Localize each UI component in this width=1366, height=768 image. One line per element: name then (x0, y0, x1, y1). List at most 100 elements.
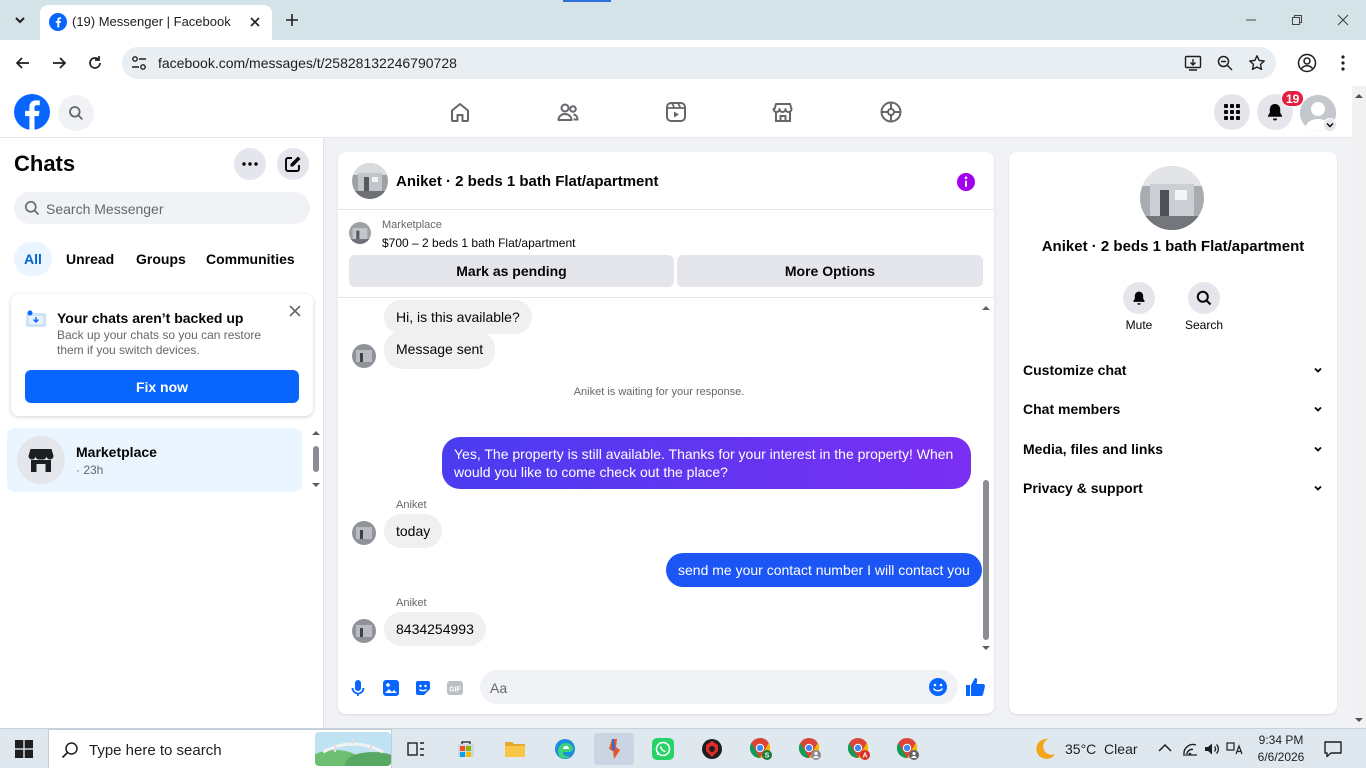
filter-tab-unread[interactable]: Unread (56, 242, 124, 276)
menu-button[interactable] (1214, 94, 1250, 130)
mark-as-pending-button[interactable]: Mark as pending (349, 255, 674, 287)
zoom-icon[interactable] (1216, 54, 1234, 72)
minimize-button[interactable] (1239, 8, 1263, 32)
nav-video[interactable] (648, 86, 704, 138)
taskbar-chrome-profile-a[interactable]: A (839, 733, 879, 765)
restore-button[interactable] (1285, 8, 1309, 32)
nav-home[interactable] (432, 86, 488, 138)
sidebar-scrollbar[interactable] (310, 428, 322, 494)
message-outgoing[interactable]: send me your contact number I will conta… (666, 553, 982, 587)
filter-tab-all[interactable]: All (14, 242, 52, 276)
taskbar-active-app[interactable] (594, 733, 634, 765)
section-privacy-support[interactable]: Privacy & support (1023, 475, 1323, 501)
taskbar-chrome-profile-s[interactable]: S (741, 733, 781, 765)
moon-weather-icon[interactable] (1033, 737, 1057, 761)
emoji-icon[interactable] (928, 677, 948, 697)
chat-title[interactable]: Aniket · 2 beds 1 bath Flat/apartment (396, 173, 659, 190)
reload-button[interactable] (83, 51, 107, 75)
facebook-search-button[interactable] (58, 95, 94, 131)
details-avatar[interactable] (1140, 166, 1204, 230)
message-outgoing[interactable]: Yes, The property is still available. Th… (442, 437, 971, 489)
site-settings-icon[interactable] (130, 54, 148, 72)
volume-icon[interactable] (1203, 740, 1221, 758)
taskbar-chrome-profile-2[interactable] (790, 733, 830, 765)
chat-header-avatar[interactable] (352, 163, 388, 199)
facebook-logo-icon[interactable] (14, 94, 50, 130)
profile-menu-button[interactable] (1296, 52, 1318, 74)
message-incoming[interactable]: Hi, is this available? (384, 300, 532, 334)
weather-text[interactable]: 35°C Clear (1065, 741, 1138, 757)
chevron-up-icon[interactable] (1156, 740, 1174, 758)
photo-icon[interactable] (381, 678, 401, 698)
taskbar-whatsapp[interactable] (643, 733, 683, 765)
start-button[interactable] (0, 729, 48, 768)
back-button[interactable] (11, 51, 35, 75)
notification-center-icon[interactable] (1323, 739, 1343, 759)
bell-icon (1268, 104, 1282, 121)
search-highlight-illustration[interactable] (315, 732, 391, 766)
clock-date[interactable]: 6/6/2026 (1254, 750, 1308, 764)
chevron-down-icon (1314, 446, 1322, 452)
clock-time[interactable]: 9:34 PM (1254, 733, 1308, 747)
page-scrollbar[interactable] (1352, 86, 1366, 728)
section-chat-members[interactable]: Chat members (1023, 396, 1323, 422)
listing-photo-icon (352, 163, 388, 199)
nav-gaming[interactable] (863, 86, 919, 138)
bookmark-star-icon[interactable] (1248, 54, 1266, 72)
messages-scrollbar[interactable] (980, 298, 992, 658)
tab-search-dropdown-button[interactable] (8, 8, 32, 32)
conversation-item-marketplace[interactable]: Marketplace · 23h (7, 428, 302, 492)
minimize-icon (1246, 19, 1256, 21)
browser-tab-messenger[interactable]: (19) Messenger | Facebook (40, 5, 272, 40)
install-app-icon[interactable] (1184, 54, 1202, 72)
mute-button[interactable] (1123, 282, 1155, 314)
message-incoming[interactable]: today (384, 514, 443, 548)
microphone-icon[interactable] (348, 678, 368, 698)
task-view-button[interactable] (396, 733, 436, 765)
tab-close-button[interactable] (246, 13, 264, 31)
forward-button[interactable] (47, 51, 71, 75)
account-menu-chevron[interactable] (1323, 118, 1337, 132)
taskbar-edge[interactable] (545, 733, 585, 765)
fix-now-button[interactable]: Fix now (25, 370, 299, 403)
filter-tab-groups[interactable]: Groups (126, 242, 196, 276)
sender-avatar[interactable] (352, 521, 376, 545)
message-input[interactable]: Aa (480, 670, 958, 704)
folder-icon (505, 742, 525, 757)
address-bar[interactable]: facebook.com/messages/t/2582813224679072… (122, 47, 1276, 79)
close-icon (1337, 14, 1349, 26)
new-message-button[interactable] (277, 148, 309, 180)
section-media-files-links[interactable]: Media, files and links (1023, 436, 1323, 462)
sender-avatar[interactable] (352, 344, 376, 368)
close-icon[interactable] (287, 303, 303, 319)
browser-menu-button[interactable] (1332, 52, 1354, 74)
new-tab-button[interactable] (282, 10, 302, 30)
marketplace-store-icon (28, 449, 54, 472)
sticker-icon[interactable] (413, 678, 433, 698)
thumbs-up-icon[interactable] (964, 676, 986, 698)
nav-marketplace[interactable] (755, 86, 811, 138)
network-icon[interactable] (1181, 740, 1199, 758)
sender-avatar[interactable] (352, 619, 376, 643)
nav-friends[interactable] (540, 86, 596, 138)
taskbar-search-box[interactable]: Type here to search (48, 729, 392, 768)
more-options-button[interactable]: More Options (677, 255, 983, 287)
message-incoming[interactable]: 8434254993 (384, 612, 486, 646)
taskbar-chrome-profile-4[interactable] (888, 733, 928, 765)
input-language-icon[interactable] (1226, 740, 1244, 758)
messenger-search-input[interactable]: Search Messenger (14, 192, 310, 224)
message-incoming[interactable]: Message sent (384, 331, 496, 369)
taskbar-security-app[interactable] (692, 733, 732, 765)
chats-options-button[interactable] (234, 148, 266, 180)
listing-title[interactable]: $700 – 2 beds 1 bath Flat/apartment (382, 236, 575, 250)
info-icon[interactable] (956, 172, 976, 192)
taskbar-file-explorer[interactable] (495, 733, 535, 765)
window-close-button[interactable] (1331, 8, 1355, 32)
url-text[interactable]: facebook.com/messages/t/2582813224679072… (158, 55, 457, 71)
taskbar-microsoft-store[interactable] (446, 733, 486, 765)
gif-icon[interactable]: GIF (445, 678, 465, 698)
listing-thumbnail[interactable] (349, 222, 371, 244)
search-conversation-button[interactable] (1188, 282, 1220, 314)
filter-tab-communities[interactable]: Communities (196, 242, 305, 276)
section-customize-chat[interactable]: Customize chat (1023, 357, 1323, 383)
